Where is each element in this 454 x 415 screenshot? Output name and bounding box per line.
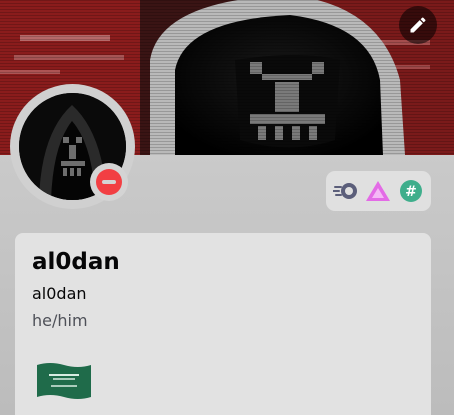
pencil-icon [410,17,426,33]
edit-profile-button[interactable] [399,6,437,44]
do-not-disturb-icon [96,169,122,195]
badge-list: # [326,171,431,211]
pronouns: he/him [32,311,88,330]
hashtag-badge-icon[interactable]: # [398,178,424,204]
profile-info-panel: al0dan al0dan he/him [15,233,431,415]
user-profile-card: # al0dan al0dan he/him [0,0,454,415]
saudi-flag-icon [35,361,93,405]
display-name: al0dan [32,249,120,275]
svg-text:#: # [405,184,417,200]
status-indicator-dnd [90,163,128,201]
nitro-badge-icon[interactable] [333,178,359,204]
hypesquad-badge-icon[interactable] [365,178,391,204]
username: al0dan [32,284,87,303]
